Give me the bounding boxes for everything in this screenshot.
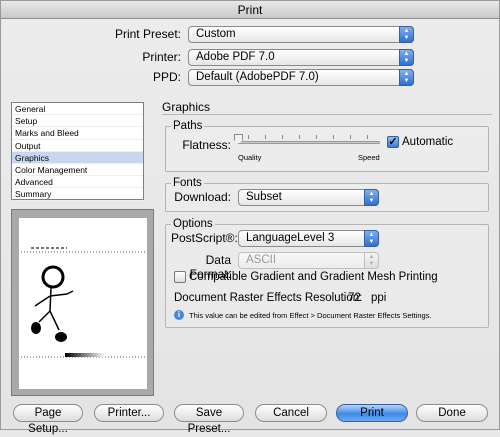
sidebar-item-advanced[interactable]: Advanced: [12, 176, 143, 189]
data-format-value: ASCII: [246, 254, 277, 266]
slider-tick: [299, 135, 300, 139]
sidebar-item-general[interactable]: General: [12, 103, 143, 116]
raster-resolution-value: 72: [348, 292, 361, 304]
sidebar-item-output[interactable]: Output: [12, 140, 143, 152]
preview-artwork: [21, 247, 145, 358]
printer-label: Printer:: [142, 50, 181, 64]
panel-title-divider: [162, 114, 492, 115]
download-select[interactable]: Subset ▲ ▼: [238, 189, 379, 206]
postscript-label: PostScript®:: [171, 231, 238, 245]
options-title: Options: [171, 218, 215, 230]
slider-tick: [367, 135, 368, 139]
window-title: Print: [1, 1, 499, 19]
select-arrows-icon: ▲ ▼: [399, 26, 414, 43]
print-button[interactable]: Print: [336, 404, 408, 422]
slider-tick: [248, 135, 249, 139]
postscript-select[interactable]: LanguageLevel 3 ▲ ▼: [238, 230, 379, 247]
printer-select[interactable]: Adobe PDF 7.0 ▲ ▼: [188, 49, 414, 66]
select-arrows-icon: ▲ ▼: [364, 189, 379, 206]
compatible-gradient-label: Compatible Gradient and Gradient Mesh Pr…: [189, 271, 438, 283]
slider-tick: [350, 135, 351, 139]
speed-label: Speed: [358, 153, 380, 162]
automatic-checkbox[interactable]: ✓: [387, 136, 399, 148]
save-preset-button[interactable]: Save Preset...: [174, 404, 244, 435]
fonts-title: Fonts: [171, 177, 204, 189]
raster-resolution-label: Document Raster Effects Resolution:: [174, 292, 363, 304]
slider-tick: [265, 135, 266, 139]
printer-value: Adobe PDF 7.0: [196, 51, 275, 63]
select-arrows-icon: ▲ ▼: [399, 49, 414, 66]
panel-title: Graphics: [162, 100, 211, 114]
flatness-label: Flatness:: [182, 138, 231, 152]
compatible-gradient-checkbox[interactable]: [174, 271, 186, 283]
select-arrows-icon: ▲ ▼: [364, 230, 379, 247]
print-preset-value: Custom: [196, 28, 236, 40]
postscript-value: LanguageLevel 3: [246, 232, 335, 244]
quality-label: Quality: [238, 153, 262, 162]
flatness-slider-track[interactable]: [238, 141, 380, 144]
print-preview: [11, 209, 154, 396]
print-dialog: Print Print Preset: Custom ▲ ▼ Printer: A…: [0, 0, 500, 435]
print-preset-label: Print Preset:: [114, 27, 181, 41]
ppd-select[interactable]: Default (AdobePDF 7.0) ▲ ▼: [188, 69, 414, 86]
done-button[interactable]: Done: [416, 404, 488, 422]
info-icon: i: [174, 310, 184, 320]
slider-tick: [316, 135, 317, 139]
raster-resolution-unit: ppi: [371, 292, 387, 304]
category-list[interactable]: General Setup Marks and Bleed Output Gra…: [11, 102, 144, 201]
page-setup-button[interactable]: Page Setup...: [13, 404, 83, 435]
preview-page: [19, 218, 147, 389]
download-value: Subset: [246, 191, 282, 203]
slider-tick: [333, 135, 334, 139]
raster-info-text: This value can be edited from Effect > D…: [189, 311, 432, 320]
sidebar-item-summary[interactable]: Summary: [12, 188, 143, 201]
ppd-label: PPD:: [152, 70, 181, 84]
printer-button[interactable]: Printer...: [94, 404, 164, 422]
automatic-label: Automatic: [402, 136, 454, 148]
ppd-value: Default (AdobePDF 7.0): [196, 71, 319, 83]
cancel-button[interactable]: Cancel: [255, 404, 327, 422]
print-preset-select[interactable]: Custom ▲ ▼: [188, 26, 414, 43]
download-label: Download:: [174, 190, 231, 204]
slider-tick: [282, 135, 283, 139]
sidebar-item-setup[interactable]: Setup: [12, 115, 143, 128]
paths-title: Paths: [171, 120, 205, 132]
data-format-select: ASCII ▲ ▼: [238, 252, 379, 269]
select-arrows-icon: ▲ ▼: [399, 69, 414, 86]
sidebar-item-marks-and-bleed[interactable]: Marks and Bleed: [12, 127, 143, 140]
sidebar-item-color-management[interactable]: Color Management: [12, 164, 143, 177]
sidebar-item-graphics[interactable]: Graphics: [12, 151, 143, 164]
select-arrows-icon: ▲ ▼: [364, 252, 379, 269]
